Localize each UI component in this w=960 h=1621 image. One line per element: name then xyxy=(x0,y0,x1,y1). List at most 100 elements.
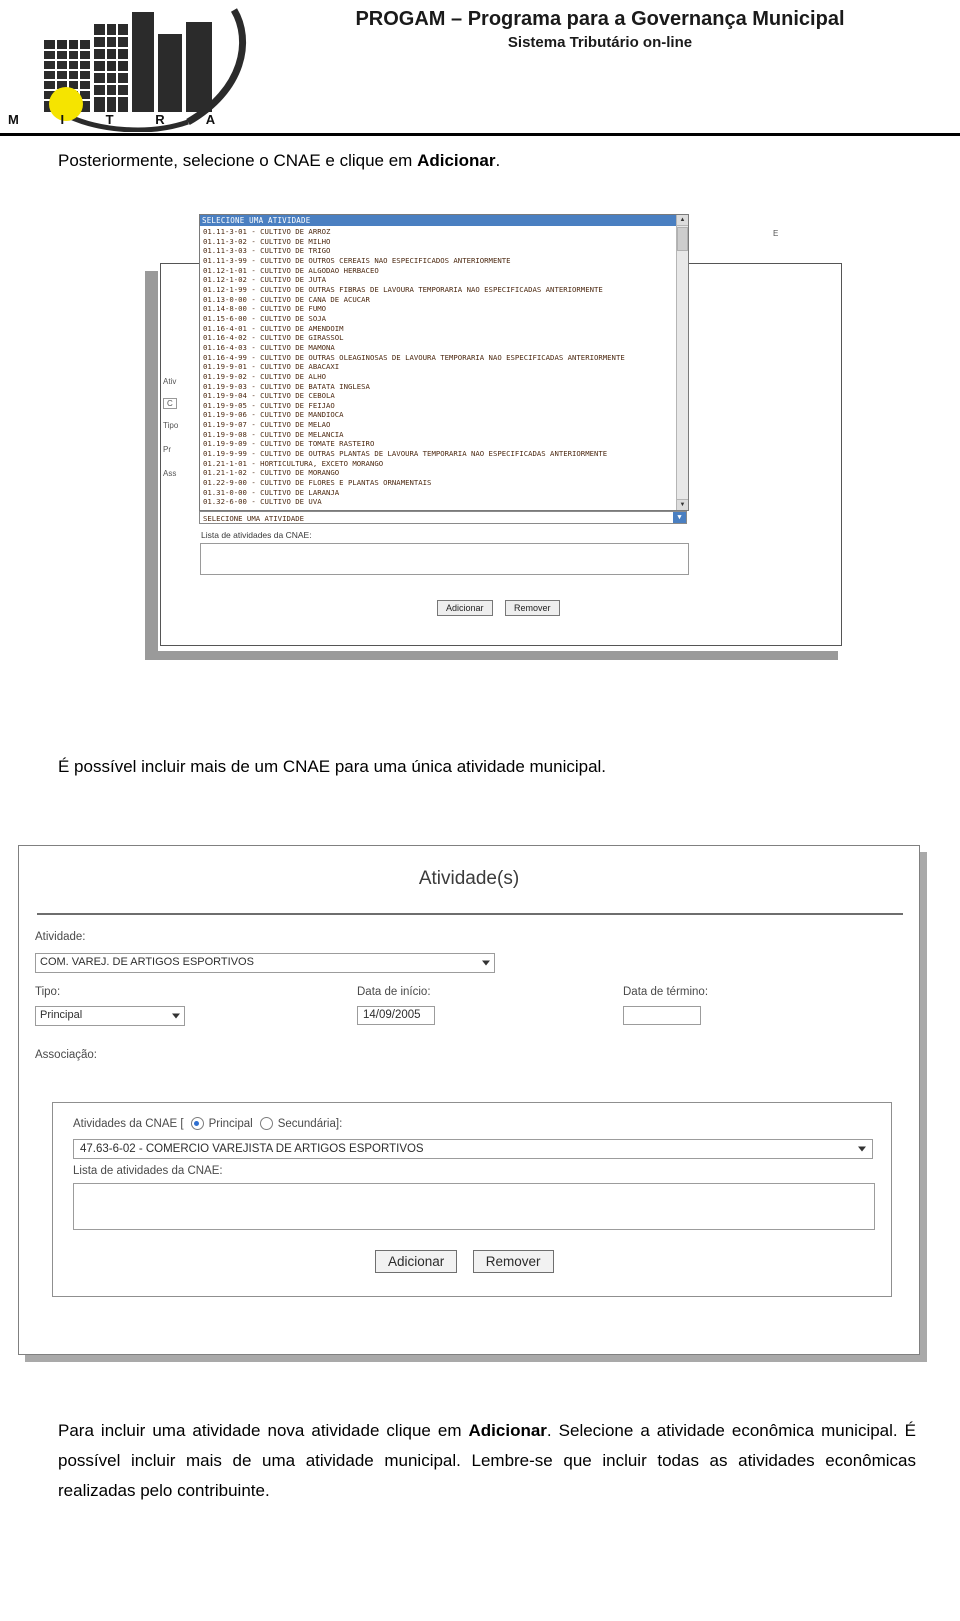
add-button[interactable]: Adicionar xyxy=(375,1250,458,1273)
ghost-label-associacao: Ass xyxy=(163,469,177,478)
cnae-radio-group: Atividades da CNAE [ Principal Secundári… xyxy=(73,1117,342,1130)
atividade-select[interactable]: COM. VAREJ. DE ARTIGOS ESPORTIVOS xyxy=(35,953,495,973)
header-titles: PROGAM – Programa para a Governança Muni… xyxy=(270,6,930,54)
data-termino-input[interactable] xyxy=(623,1006,701,1025)
list-item[interactable]: 01.11-3-02 - CULTIVO DE MILHO xyxy=(203,237,686,247)
label-lista-cnae: Lista de atividades da CNAE: xyxy=(73,1165,223,1177)
list-item[interactable]: 01.19-9-07 - CULTIVO DE MELAO xyxy=(203,420,686,430)
chevron-down-icon[interactable] xyxy=(858,1146,866,1152)
paragraph-bottom-part1: Para incluir uma atividade nova atividad… xyxy=(58,1421,469,1440)
ghost-label-e: E xyxy=(773,229,779,238)
scroll-up-arrow[interactable]: ▲ xyxy=(677,215,688,226)
label-tipo: Tipo: xyxy=(35,986,61,998)
figure1-shadow-bottom xyxy=(145,651,838,660)
chevron-down-icon[interactable]: ▼ xyxy=(673,512,686,523)
label-data-termino: Data de término: xyxy=(623,986,709,998)
paragraph-top-bold: Adicionar xyxy=(417,151,496,170)
figure1-cnae-list-textarea[interactable] xyxy=(200,543,689,575)
tipo-select[interactable]: Principal xyxy=(35,1006,185,1026)
list-item[interactable]: 01.22-9-00 - CULTIVO DE FLORES E PLANTAS… xyxy=(203,478,686,488)
listbox-header: SELECIONE UMA ATIVIDADE xyxy=(200,215,688,226)
ghost-label-principal: Pr xyxy=(163,445,171,454)
ghost-button: C xyxy=(163,398,177,409)
paragraph-top-part2: . xyxy=(495,151,501,170)
scroll-thumb[interactable] xyxy=(677,227,688,251)
label-associacao: Associação: xyxy=(35,1049,98,1061)
list-item[interactable]: 01.31-0-00 - CULTIVO DE LARANJA xyxy=(203,488,686,498)
figure2-buttons: Adicionar Remover xyxy=(375,1250,565,1273)
list-item[interactable]: 01.14-8-00 - CULTIVO DE FUMO xyxy=(203,304,686,314)
figure1-list-label: Lista de atividades da CNAE: xyxy=(201,530,312,540)
atividade-select-value: COM. VAREJ. DE ARTIGOS ESPORTIVOS xyxy=(40,956,254,968)
associacao-panel: Atividades da CNAE [ Principal Secundári… xyxy=(52,1102,892,1297)
cnae-select-value: 47.63-6-02 - COMERCIO VAREJISTA DE ARTIG… xyxy=(80,1143,424,1155)
list-item[interactable]: 01.13-0-00 - CULTIVO DE CANA DE ACUCAR xyxy=(203,295,686,305)
figure2-shadow-right xyxy=(920,852,927,1362)
radio-group-suffix: ]: xyxy=(335,1117,343,1130)
listbox-scrollbar[interactable]: ▲ ▼ xyxy=(676,215,688,510)
page-header: M I T R A PROGAM – Programa para a Gover… xyxy=(0,0,960,136)
figure2-title: Atividade(s) xyxy=(418,868,520,889)
logo-wordmark: M I T R A xyxy=(8,112,235,127)
chevron-down-icon[interactable] xyxy=(482,960,490,966)
list-item[interactable]: 01.19-9-06 - CULTIVO DE MANDIOCA xyxy=(203,410,686,420)
scroll-down-arrow[interactable]: ▼ xyxy=(677,499,688,510)
list-item[interactable]: 01.19-9-05 - CULTIVO DE FEIJAO xyxy=(203,401,686,411)
radio-principal-label: Principal xyxy=(208,1117,253,1130)
radio-secundaria-label: Secundária xyxy=(277,1117,336,1130)
figure1-add-button[interactable]: Adicionar xyxy=(437,600,493,616)
figure2-shadow-bottom xyxy=(25,1355,927,1362)
list-item[interactable]: 01.19-9-99 - CULTIVO DE OUTRAS PLANTAS D… xyxy=(203,449,686,459)
list-item[interactable]: 01.12-1-01 - CULTIVO DE ALGODAO HERBACEO xyxy=(203,266,686,276)
cnae-list-textarea[interactable] xyxy=(73,1183,875,1230)
ghost-label-atividade: Ativ xyxy=(163,377,177,386)
cnae-listbox[interactable]: SELECIONE UMA ATIVIDADE 01.11-3-01 - CUL… xyxy=(199,214,689,511)
figure2-divider xyxy=(37,913,903,915)
chevron-down-icon[interactable] xyxy=(172,1013,180,1019)
figure1-remove-button[interactable]: Remover xyxy=(504,600,560,616)
list-item[interactable]: 01.12-1-02 - CULTIVO DE JUTA xyxy=(203,275,686,285)
ghost-label-tipo: Tipo xyxy=(163,421,179,430)
paragraph-top: Posteriormente, selecione o CNAE e cliqu… xyxy=(58,146,908,176)
remove-button[interactable]: Remover xyxy=(472,1250,554,1273)
list-item[interactable]: 01.12-1-99 - CULTIVO DE OUTRAS FIBRAS DE… xyxy=(203,285,686,295)
list-item[interactable]: 01.19-9-04 - CULTIVO DE CEBOLA xyxy=(203,391,686,401)
list-item[interactable]: 01.19-9-01 - CULTIVO DE ABACAXI xyxy=(203,362,686,372)
listbox-items[interactable]: 01.11-3-01 - CULTIVO DE ARROZ 01.11-3-02… xyxy=(200,226,688,507)
tipo-select-value: Principal xyxy=(40,1009,83,1021)
header-subtitle: Sistema Tributário on-line xyxy=(507,34,693,51)
list-item[interactable]: 01.16-4-02 - CULTIVO DE GIRASSOL xyxy=(203,333,686,343)
paragraph-top-part1: Posteriormente, selecione o CNAE e cliqu… xyxy=(58,151,418,170)
radio-secundaria[interactable] xyxy=(259,1117,273,1130)
label-atividade: Atividade: xyxy=(35,931,86,943)
radio-principal[interactable] xyxy=(190,1117,204,1130)
list-item[interactable]: 01.19-9-08 - CULTIVO DE MELANCIA xyxy=(203,430,686,440)
paragraph-bottom: Para incluir uma atividade nova atividad… xyxy=(58,1416,916,1506)
header-title: PROGAM – Programa para a Governança Muni… xyxy=(355,8,845,30)
list-item[interactable]: 01.21-1-02 - CULTIVO DE MORANGO xyxy=(203,468,686,478)
list-item[interactable]: 01.21-1-01 - HORTICULTURA, EXCETO MORANG… xyxy=(203,459,686,469)
figure1-buttons: Adicionar Remover xyxy=(437,598,568,616)
list-item[interactable]: 01.16-4-03 - CULTIVO DE MAMONA xyxy=(203,343,686,353)
list-item[interactable]: 01.19-9-03 - CULTIVO DE BATATA INGLESA xyxy=(203,382,686,392)
list-item[interactable]: 01.11-3-01 - CULTIVO DE ARROZ xyxy=(203,227,686,237)
cnae-select[interactable]: SELECIONE UMA ATIVIDADE ▼ xyxy=(199,511,687,524)
paragraph-bottom-bold: Adicionar xyxy=(468,1421,547,1440)
data-inicio-input[interactable]: 14/09/2005 xyxy=(357,1006,435,1025)
figure-atividades-form: Atividade(s) Atividade: COM. VAREJ. DE A… xyxy=(18,845,920,1355)
list-item[interactable]: 01.16-4-01 - CULTIVO DE AMENDOIM xyxy=(203,324,686,334)
radio-group-prefix: Atividades da CNAE [ xyxy=(73,1117,184,1130)
list-item[interactable]: 01.15-6-00 - CULTIVO DE SOJA xyxy=(203,314,686,324)
cnae-select[interactable]: 47.63-6-02 - COMERCIO VAREJISTA DE ARTIG… xyxy=(73,1139,873,1159)
list-item[interactable]: 01.32-6-00 - CULTIVO DE UVA xyxy=(203,497,686,507)
figure1-shadow-left xyxy=(145,271,158,658)
list-item[interactable]: 01.19-9-09 - CULTIVO DE TOMATE RASTEIRO xyxy=(203,439,686,449)
list-item[interactable]: 01.19-9-02 - CULTIVO DE ALHO xyxy=(203,372,686,382)
paragraph-middle: É possível incluir mais de um CNAE para … xyxy=(58,757,607,776)
label-data-inicio: Data de início: xyxy=(357,986,431,998)
cnae-select-value: SELECIONE UMA ATIVIDADE xyxy=(203,514,305,523)
figure-cnae-popup: Ativ C Tipo Pr Ass E SELECIONE UMA ATIVI… xyxy=(145,205,845,660)
list-item[interactable]: 01.11-3-99 - CULTIVO DE OUTROS CEREAIS N… xyxy=(203,256,686,266)
list-item[interactable]: 01.16-4-99 - CULTIVO DE OUTRAS OLEAGINOS… xyxy=(203,353,686,363)
list-item[interactable]: 01.11-3-03 - CULTIVO DE TRIGO xyxy=(203,246,686,256)
